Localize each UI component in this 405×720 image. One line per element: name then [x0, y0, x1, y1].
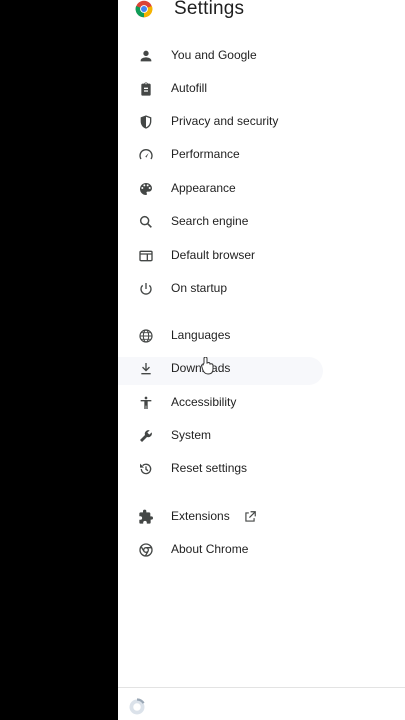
sidebar-item-privacy-security[interactable]: Privacy and security: [118, 106, 405, 138]
sidebar-item-label: Extensions: [171, 509, 230, 523]
download-icon: [141, 363, 151, 375]
sidebar-item-label: About Chrome: [171, 542, 249, 556]
person-icon: [140, 50, 152, 62]
settings-header: Settings: [118, 0, 405, 26]
shield-icon: [140, 115, 152, 129]
sidebar-item-label: Languages: [171, 328, 231, 342]
palette-icon: [140, 183, 152, 195]
accessibility-icon: [140, 396, 152, 409]
sidebar-item-accessibility[interactable]: Accessibility: [118, 387, 405, 419]
settings-sidebar: Settings You and Google Autofill Privacy…: [118, 0, 405, 720]
left-black-area: [0, 0, 118, 720]
sidebar-item-label: You and Google: [171, 48, 257, 62]
clipboard-icon: [141, 82, 151, 96]
sidebar-item-search-engine[interactable]: Search engine: [118, 206, 405, 238]
search-icon: [139, 215, 152, 228]
speedometer-icon: [139, 149, 153, 160]
sidebar-item-downloads[interactable]: Downloads: [118, 353, 405, 385]
sidebar-item-label: Appearance: [171, 181, 236, 195]
footer-divider: [118, 687, 405, 688]
sidebar-item-label: Autofill: [171, 81, 208, 95]
sidebar-item-appearance[interactable]: Appearance: [118, 173, 405, 205]
open-in-new-icon: [245, 511, 256, 522]
sidebar-item-label: Performance: [171, 147, 240, 161]
power-icon: [140, 283, 152, 295]
sidebar-item-you-and-google[interactable]: You and Google: [118, 40, 405, 72]
sidebar-item-about-chrome[interactable]: About Chrome: [118, 534, 405, 566]
sidebar-item-extensions[interactable]: Extensions: [118, 501, 405, 533]
browser-window-icon: [139, 250, 153, 262]
chrome-spinner-icon[interactable]: [128, 698, 146, 716]
sidebar-item-performance[interactable]: Performance: [118, 139, 405, 171]
wrench-icon: [140, 430, 152, 442]
sidebar-item-label: Privacy and security: [171, 114, 279, 128]
sidebar-item-label: Accessibility: [171, 395, 237, 409]
sidebar-item-label: Reset settings: [171, 461, 248, 475]
sidebar-item-system[interactable]: System: [118, 420, 405, 452]
reset-history-icon: [140, 463, 152, 475]
sidebar-item-reset-settings[interactable]: Reset settings: [118, 453, 405, 485]
sidebar-item-label: Default browser: [171, 248, 256, 262]
sidebar-item-default-browser[interactable]: Default browser: [118, 240, 405, 272]
sidebar-item-languages[interactable]: Languages: [118, 320, 405, 352]
page-title: Settings: [174, 0, 245, 19]
globe-icon: [139, 329, 153, 343]
puzzle-icon: [139, 509, 153, 524]
sidebar-item-autofill[interactable]: Autofill: [118, 73, 405, 105]
chrome-logo-icon: [135, 0, 153, 18]
chrome-icon: [139, 543, 153, 557]
sidebar-item-on-startup[interactable]: On startup: [118, 273, 405, 305]
sidebar-item-label: System: [171, 428, 212, 442]
sidebar-item-label: Search engine: [171, 214, 249, 228]
mouse-pointer-icon: [201, 357, 214, 375]
sidebar-item-label: On startup: [171, 281, 228, 295]
